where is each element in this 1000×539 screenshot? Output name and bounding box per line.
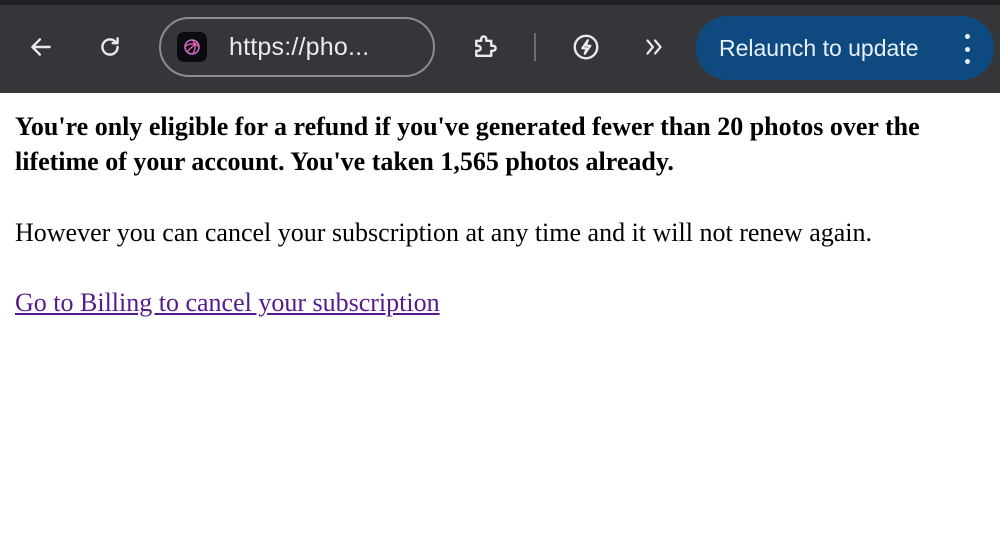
toolbar-divider (534, 33, 536, 61)
reload-button[interactable] (89, 26, 131, 68)
browser-toolbar: https://pho... Relaunch to update (0, 0, 1000, 93)
extensions-puzzle-icon (475, 35, 497, 57)
kebab-menu-icon[interactable] (962, 34, 972, 64)
back-arrow-icon (31, 38, 51, 56)
page-content: You're only eligible for a refund if you… (0, 93, 1000, 320)
extension-bolt-button[interactable] (565, 26, 607, 68)
relaunch-to-update-button[interactable]: Relaunch to update (696, 16, 994, 80)
site-favicon-icon (177, 32, 207, 62)
back-button[interactable] (20, 26, 62, 68)
bolt-icon (573, 34, 599, 60)
extensions-button[interactable] (464, 26, 506, 68)
chevron-double-right-icon (646, 39, 662, 55)
more-extensions-button[interactable] (633, 26, 675, 68)
reload-icon (101, 37, 119, 56)
billing-link[interactable]: Go to Billing to cancel your subscriptio… (15, 285, 440, 320)
tab-strip (0, 0, 1000, 5)
address-bar[interactable]: https://pho... (159, 17, 435, 77)
url-text: https://pho... (229, 32, 370, 61)
relaunch-label: Relaunch to update (719, 34, 919, 61)
refund-eligibility-message: You're only eligible for a refund if you… (15, 112, 920, 176)
cancel-info-paragraph: However you can cancel your subscription… (15, 218, 873, 247)
